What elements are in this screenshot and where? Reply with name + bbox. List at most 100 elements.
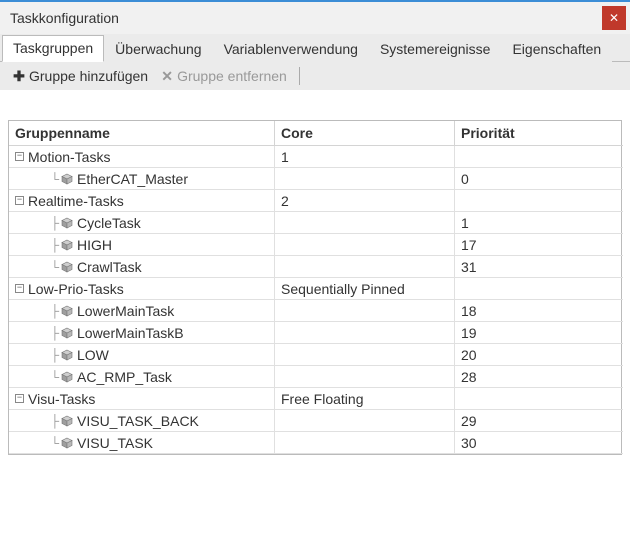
task-priority: 20 — [455, 344, 623, 366]
task-priority: 18 — [455, 300, 623, 322]
expand-toggle[interactable] — [15, 284, 24, 293]
task-icon — [61, 261, 73, 273]
task-priority: 1 — [455, 212, 623, 234]
task-name: HIGH — [77, 237, 112, 253]
group-row[interactable]: Realtime-Tasks2 — [9, 190, 621, 212]
task-tree-table: Gruppenname Core Priorität Motion-Tasks 1… — [8, 120, 622, 455]
expand-toggle[interactable] — [15, 196, 24, 205]
task-row[interactable]: CycleTask 1 — [9, 212, 621, 234]
add-group-button[interactable]: ✚ Gruppe hinzufügen — [6, 66, 154, 87]
task-name: LowerMainTask — [77, 303, 174, 319]
task-core — [275, 322, 455, 344]
task-row[interactable]: LowerMainTaskB 19 — [9, 322, 621, 344]
task-icon — [61, 173, 73, 185]
task-row[interactable]: VISU_TASK 30 — [9, 432, 621, 454]
group-priority — [455, 388, 623, 410]
task-priority: 0 — [455, 168, 623, 190]
task-priority: 28 — [455, 366, 623, 388]
task-core — [275, 344, 455, 366]
tree-branch-icon — [29, 414, 59, 428]
tree-branch-icon — [29, 348, 59, 362]
task-core — [275, 410, 455, 432]
task-core — [275, 234, 455, 256]
task-name: VISU_TASK_BACK — [77, 413, 199, 429]
tab-ueberwachung[interactable]: Überwachung — [104, 36, 212, 62]
tree-header: Gruppenname Core Priorität — [9, 121, 621, 146]
task-row[interactable]: HIGH 17 — [9, 234, 621, 256]
tab-bar: Taskgruppen Überwachung Variablenverwend… — [0, 34, 630, 62]
task-core — [275, 432, 455, 454]
task-core — [275, 256, 455, 278]
task-name: CrawlTask — [77, 259, 142, 275]
task-core — [275, 168, 455, 190]
task-icon — [61, 305, 73, 317]
group-priority — [455, 278, 623, 300]
remove-icon: ✕ — [160, 68, 174, 85]
remove-group-button[interactable]: ✕ Gruppe entfernen — [154, 66, 293, 87]
task-name: AC_RMP_Task — [77, 369, 172, 385]
tree-branch-icon — [29, 260, 59, 274]
tab-variablenverwendung[interactable]: Variablenverwendung — [213, 36, 369, 62]
plus-icon: ✚ — [12, 68, 26, 85]
task-row[interactable]: AC_RMP_Task 28 — [9, 366, 621, 388]
task-name: VISU_TASK — [77, 435, 153, 451]
task-icon — [61, 239, 73, 251]
group-core: 2 — [275, 190, 455, 212]
tree-branch-icon — [29, 172, 59, 186]
toolbar: ✚ Gruppe hinzufügen ✕ Gruppe entfernen — [0, 62, 630, 90]
task-name: CycleTask — [77, 215, 141, 231]
tab-eigenschaften[interactable]: Eigenschaften — [501, 36, 612, 62]
task-priority: 29 — [455, 410, 623, 432]
expand-toggle[interactable] — [15, 394, 24, 403]
header-gruppenname[interactable]: Gruppenname — [9, 121, 275, 146]
group-core: Sequentially Pinned — [275, 278, 455, 300]
task-priority: 31 — [455, 256, 623, 278]
group-priority — [455, 190, 623, 212]
task-icon — [61, 327, 73, 339]
task-priority: 30 — [455, 432, 623, 454]
task-priority: 17 — [455, 234, 623, 256]
expand-toggle[interactable] — [15, 152, 24, 161]
remove-group-label: Gruppe entfernen — [177, 68, 287, 84]
close-button[interactable]: ✕ — [602, 6, 626, 30]
task-icon — [61, 217, 73, 229]
tree-branch-icon — [29, 370, 59, 384]
window-title: Taskkonfiguration — [10, 10, 119, 26]
task-icon — [61, 415, 73, 427]
group-name: Visu-Tasks — [28, 391, 95, 407]
task-icon — [61, 437, 73, 449]
tab-systemereignisse[interactable]: Systemereignisse — [369, 36, 502, 62]
task-row[interactable]: LowerMainTask 18 — [9, 300, 621, 322]
task-icon — [61, 371, 73, 383]
task-name: EtherCAT_Master — [77, 171, 188, 187]
tree-branch-icon — [29, 216, 59, 230]
close-icon: ✕ — [609, 11, 619, 25]
group-name: Low-Prio-Tasks — [28, 281, 124, 297]
add-group-label: Gruppe hinzufügen — [29, 68, 148, 84]
group-name: Motion-Tasks — [28, 149, 110, 165]
task-row[interactable]: CrawlTask 31 — [9, 256, 621, 278]
task-row[interactable]: VISU_TASK_BACK 29 — [9, 410, 621, 432]
header-prioritaet[interactable]: Priorität — [455, 121, 623, 146]
task-row[interactable]: LOW 20 — [9, 344, 621, 366]
tab-taskgruppen[interactable]: Taskgruppen — [2, 35, 104, 62]
task-priority: 19 — [455, 322, 623, 344]
task-icon — [61, 349, 73, 361]
titlebar: Taskkonfiguration ✕ — [0, 2, 630, 34]
group-core: Free Floating — [275, 388, 455, 410]
task-core — [275, 212, 455, 234]
toolbar-separator — [299, 67, 300, 85]
task-row[interactable]: EtherCAT_Master 0 — [9, 168, 621, 190]
group-priority — [455, 146, 623, 168]
task-core — [275, 300, 455, 322]
task-name: LowerMainTaskB — [77, 325, 184, 341]
group-row[interactable]: Low-Prio-Tasks Sequentially Pinned — [9, 278, 621, 300]
group-row[interactable]: Motion-Tasks 1 — [9, 146, 621, 168]
group-core: 1 — [275, 146, 455, 168]
tree-branch-icon — [29, 326, 59, 340]
tree-branch-icon — [29, 304, 59, 318]
header-core[interactable]: Core — [275, 121, 455, 146]
task-name: LOW — [77, 347, 109, 363]
tree-branch-icon — [29, 238, 59, 252]
group-row[interactable]: Visu-Tasks Free Floating — [9, 388, 621, 410]
